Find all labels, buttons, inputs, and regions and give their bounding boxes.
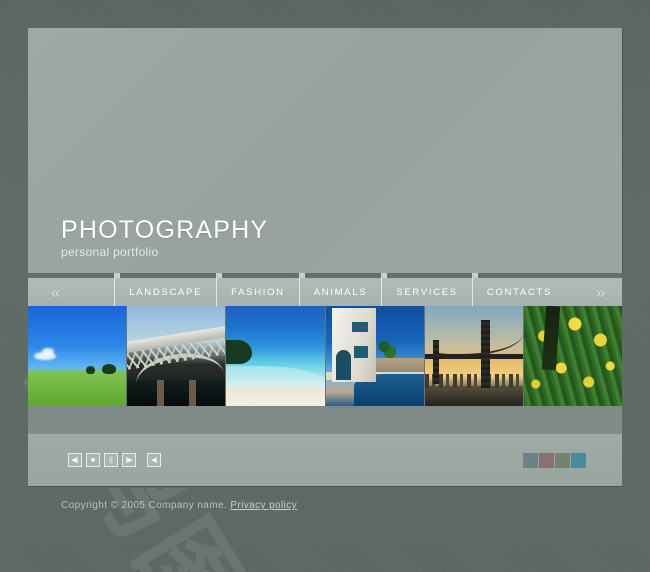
nav-item-fashion[interactable]: FASHION [216, 273, 299, 306]
next-icon: |▶ [125, 456, 133, 464]
previous-button[interactable]: ◀| [68, 453, 82, 467]
pause-button[interactable]: || [104, 453, 118, 467]
privacy-policy-link[interactable]: Privacy policy [230, 500, 297, 511]
gallery-divider-band [28, 406, 622, 434]
nav-item-label: FASHION [231, 286, 285, 298]
nav-prev-arrow-icon[interactable]: « [28, 284, 80, 301]
footer: Copyright © 2005 Company name. Privacy p… [28, 500, 622, 511]
nav-next-arrow-icon[interactable]: » [566, 284, 632, 301]
page-title: PHOTOGRAPHY [61, 215, 269, 244]
nav-item-services[interactable]: SERVICES [381, 273, 471, 306]
gallery-thumbnail-tropical-beach[interactable] [226, 306, 326, 406]
speaker-icon: ◀ [151, 456, 157, 464]
cloud-shape [42, 348, 54, 355]
slideshow-player-controls: ◀| ■ || |▶ ◀ [68, 453, 161, 467]
window-shape [351, 322, 368, 332]
previous-icon: ◀| [71, 456, 79, 464]
nav-item-list: LANDSCAPE FASHION ANIMALS SERVICES CONTA… [114, 273, 566, 306]
pier-shape [189, 380, 197, 406]
nav-item-label: LANDSCAPE [129, 286, 203, 298]
hero-text-block: PHOTOGRAPHY personal portfolio [61, 215, 269, 259]
main-navigation-bar: « LANDSCAPE FASHION ANIMALS SERVICES CON… [28, 273, 622, 306]
trunk-shape [541, 306, 561, 371]
nav-item-animals[interactable]: ANIMALS [298, 273, 382, 306]
site-panel: PHOTOGRAPHY personal portfolio « LANDSCA… [28, 28, 623, 488]
stop-icon: ■ [90, 456, 96, 464]
stop-button[interactable]: ■ [86, 453, 100, 467]
gallery-thumbnail-arch-bridge[interactable] [127, 306, 227, 406]
tab-marker-icon [298, 273, 305, 278]
copyright-text: Copyright © 2005 Company name. [61, 500, 228, 511]
shoreline-shape [226, 366, 325, 388]
palm-shape [375, 336, 396, 362]
foliage-shape [226, 340, 253, 364]
swatch-olive[interactable] [555, 452, 571, 468]
gallery-thumbnail-yellow-flowers[interactable] [523, 306, 623, 406]
swatch-teal[interactable] [571, 452, 586, 468]
swatch-mauve[interactable] [539, 452, 555, 468]
cable-shape [432, 324, 523, 356]
skyline-shape [424, 374, 523, 388]
bridge-deck-shape [424, 354, 523, 359]
tab-marker-icon [381, 273, 388, 278]
hero-banner: PHOTOGRAPHY personal portfolio [28, 28, 622, 273]
gallery-thumbnail-suspension-bridge[interactable] [424, 306, 524, 406]
gallery-thumbnail-green-field[interactable] [28, 306, 128, 406]
next-button[interactable]: |▶ [122, 453, 136, 467]
gallery-thumbnail-villa-pool[interactable] [325, 306, 425, 406]
bridge-tower-shape [432, 340, 439, 384]
sound-button[interactable]: ◀ [147, 453, 161, 467]
swatch-gray-blue[interactable] [523, 452, 539, 468]
field-shape [28, 372, 127, 406]
pause-icon: || [109, 456, 113, 464]
water-shape [424, 386, 523, 406]
thumbnail-gallery [28, 306, 623, 406]
nav-item-contacts[interactable]: CONTACTS [471, 273, 566, 306]
nav-item-landscape[interactable]: LANDSCAPE [114, 273, 216, 306]
nav-right-cap: » [566, 284, 622, 301]
nav-item-label: ANIMALS [313, 286, 368, 298]
nav-item-label: CONTACTS [486, 286, 552, 298]
controls-bar: ◀| ■ || |▶ ◀ [28, 434, 622, 486]
bridge-tower-shape [480, 320, 490, 388]
tab-marker-icon [114, 273, 121, 278]
color-theme-swatches [523, 452, 586, 468]
villa-arch-shape [335, 350, 351, 380]
tab-marker-icon [216, 273, 223, 278]
page-subtitle: personal portfolio [61, 245, 159, 259]
tree-shape [102, 364, 116, 374]
tree-shape [86, 366, 95, 374]
window-shape [353, 346, 368, 358]
nav-item-label: SERVICES [396, 286, 458, 298]
tab-marker-icon [471, 273, 478, 278]
site-bottom-edge [28, 486, 622, 488]
